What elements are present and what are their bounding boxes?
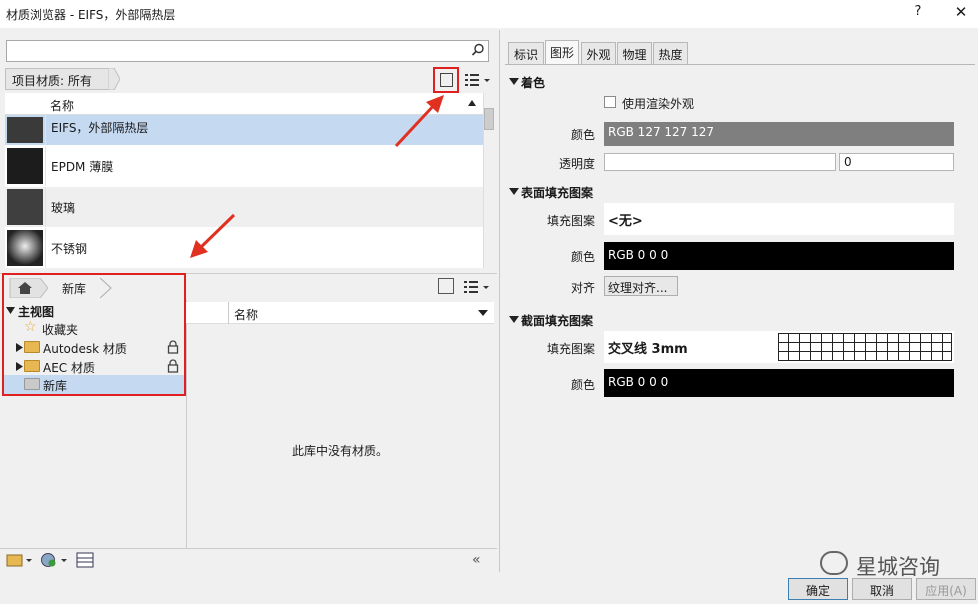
surface-color-label: 颜色	[570, 250, 595, 264]
transparency-label: 透明度	[558, 157, 595, 171]
search-input[interactable]	[6, 40, 489, 62]
watermark-text: 星城咨询	[856, 555, 940, 579]
column-header-name[interactable]: 名称	[234, 306, 258, 323]
library-highlight-box	[2, 273, 186, 396]
wechat-logo-icon	[820, 551, 848, 575]
cut-color-field[interactable]: RGB 0 0 0	[604, 369, 954, 397]
material-name: EIFS，外部隔热层	[51, 121, 149, 135]
properties-panel	[499, 30, 978, 572]
section-title: 着色	[521, 76, 546, 90]
section-shading-header[interactable]: 着色	[507, 73, 977, 91]
tab-graphics[interactable]: 图形	[545, 40, 579, 64]
material-thumbnail	[7, 148, 43, 184]
library-content-list	[186, 300, 494, 550]
column-separator	[228, 302, 229, 324]
window-title: 材质浏览器 - EIFS，外部隔热层	[6, 8, 176, 22]
material-name: 玻璃	[51, 201, 76, 215]
breadcrumb-chevron-icon	[108, 68, 120, 90]
list-view-options-icon[interactable]	[462, 70, 492, 90]
sort-ascending-icon[interactable]	[467, 98, 477, 108]
shading-color-label: 颜色	[570, 128, 595, 142]
transparency-input[interactable]: 0	[839, 153, 954, 171]
material-thumbnail	[7, 230, 43, 266]
section-cut-pattern-header[interactable]: 截面填充图案	[507, 311, 977, 329]
search-icon[interactable]	[471, 43, 485, 57]
use-render-appearance-checkbox[interactable]	[604, 96, 616, 108]
tab-underline	[505, 64, 975, 65]
collapse-arrow-icon	[509, 188, 519, 195]
help-button[interactable]: ?	[908, 4, 928, 24]
tab-thermal[interactable]: 热度	[653, 42, 688, 64]
collapse-arrow-icon	[509, 316, 519, 323]
collapse-arrow-icon	[509, 78, 519, 85]
cancel-button[interactable]: 取消	[852, 578, 912, 600]
material-row-eifs[interactable]: EIFS，外部隔热层	[5, 115, 483, 145]
asset-browser-icon[interactable]	[76, 552, 94, 568]
material-row-glass[interactable]: 玻璃	[5, 187, 483, 227]
material-row-epdm[interactable]: EPDM 薄膜	[5, 146, 483, 186]
column-header-name[interactable]: 名称	[50, 97, 74, 114]
tab-appearance[interactable]: 外观	[581, 42, 616, 64]
close-button[interactable]: ✕	[950, 3, 972, 25]
project-filter-breadcrumb[interactable]: 项目材质: 所有	[5, 68, 115, 90]
collapse-left-icon[interactable]: «	[472, 552, 481, 568]
surface-pattern-label: 填充图案	[546, 214, 595, 228]
surface-color-field[interactable]: RGB 0 0 0	[604, 242, 954, 270]
sort-dropdown-icon[interactable]	[478, 309, 488, 317]
panel-toggle-icon[interactable]	[438, 278, 454, 294]
bottom-toolbar	[0, 548, 497, 572]
create-material-icon[interactable]	[40, 552, 70, 568]
texture-align-button[interactable]: 纹理对齐...	[604, 276, 678, 296]
material-thumbnail	[7, 189, 43, 225]
panel-toggle-icon	[440, 73, 453, 87]
cut-color-label: 颜色	[570, 378, 595, 392]
open-library-icon[interactable]	[6, 552, 34, 568]
crosshatch-pattern-preview	[778, 333, 952, 361]
align-label: 对齐	[570, 281, 595, 295]
list-view-options-icon[interactable]	[462, 278, 492, 296]
use-render-appearance-label: 使用渲染外观	[622, 97, 695, 111]
surface-pattern-field[interactable]: <无>	[604, 203, 954, 235]
section-title: 表面填充图案	[521, 186, 594, 200]
scrollbar-thumb[interactable]	[484, 108, 494, 130]
ok-button[interactable]: 确定	[788, 578, 848, 600]
empty-library-message: 此库中没有材质。	[291, 444, 388, 458]
library-list-header[interactable]	[186, 302, 494, 324]
material-name: 不锈钢	[51, 242, 88, 256]
material-name: EPDM 薄膜	[51, 160, 114, 174]
apply-button[interactable]: 应用(A)	[916, 578, 976, 600]
section-title: 截面填充图案	[521, 314, 594, 328]
transparency-slider[interactable]	[604, 153, 836, 171]
tab-identity[interactable]: 标识	[508, 42, 544, 64]
material-row-steel[interactable]: 不锈钢	[5, 228, 483, 268]
material-thumbnail	[7, 117, 43, 143]
shading-color-field[interactable]: RGB 127 127 127	[604, 122, 954, 146]
project-list-header[interactable]	[5, 93, 483, 115]
section-surface-pattern-header[interactable]: 表面填充图案	[507, 183, 977, 201]
tab-physical[interactable]: 物理	[617, 42, 652, 64]
cut-pattern-label: 填充图案	[546, 342, 595, 356]
